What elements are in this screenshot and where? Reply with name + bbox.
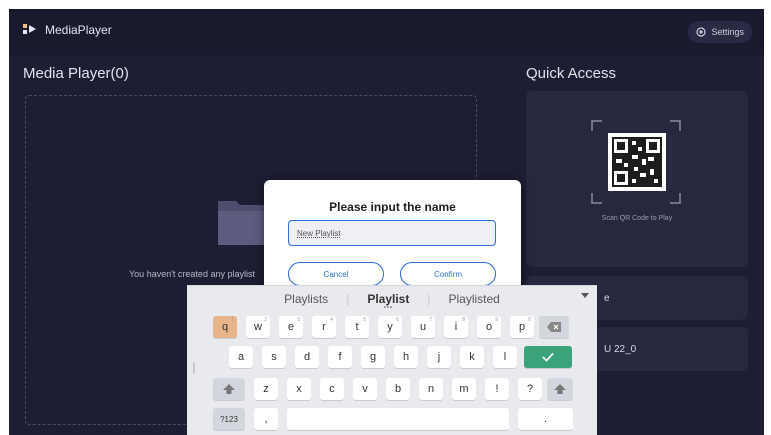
key-u[interactable]: u7: [411, 316, 435, 338]
gear-icon: [696, 27, 707, 37]
key-r[interactable]: r4: [312, 316, 336, 338]
key-q[interactable]: q1: [213, 316, 237, 338]
collapse-keyboard-icon[interactable]: [581, 293, 589, 298]
enter-key[interactable]: [524, 346, 572, 368]
key-period[interactable]: .: [518, 408, 573, 430]
dialog-title: Please input the name: [329, 200, 456, 214]
onscreen-keyboard: Playlists | Playlist | Playlisted q1 w2 …: [187, 285, 597, 435]
qr-code: [591, 120, 681, 204]
key-k[interactable]: k: [460, 346, 484, 368]
key-m[interactable]: m: [452, 378, 476, 400]
settings-label: Settings: [711, 27, 744, 37]
key-c[interactable]: c: [320, 378, 344, 400]
key-y[interactable]: y6: [378, 316, 402, 338]
suggestion-divider: |: [427, 292, 431, 306]
suggestion-item[interactable]: Playlists: [284, 292, 328, 306]
shift-icon: [554, 384, 566, 394]
quick-access-item-label: e: [604, 292, 610, 304]
suggestion-divider: |: [346, 292, 350, 306]
key-w[interactable]: w2: [246, 316, 270, 338]
key-v[interactable]: v: [353, 378, 377, 400]
key-x[interactable]: x: [287, 378, 311, 400]
key-z[interactable]: z: [254, 378, 278, 400]
playlist-name-input[interactable]: New Playlist: [288, 220, 496, 246]
key-f[interactable]: f: [328, 346, 352, 368]
top-bar: MediaPlayer Settings: [9, 9, 764, 55]
qr-panel: Scan QR Code to Play: [526, 91, 748, 267]
suggestion-item[interactable]: Playlist: [367, 292, 409, 306]
key-n[interactable]: n: [419, 378, 443, 400]
suggestion-bar: Playlists | Playlist | Playlisted: [187, 286, 597, 312]
key-b[interactable]: b: [386, 378, 410, 400]
shift-key-right[interactable]: [547, 378, 573, 400]
key-question[interactable]: ?: [518, 378, 542, 400]
space-key[interactable]: [287, 408, 509, 430]
symbols-key[interactable]: ?123: [213, 408, 245, 430]
quick-access-item-label: U 22_0: [604, 343, 637, 355]
folder-icon: [218, 201, 270, 245]
key-exclamation[interactable]: !: [485, 378, 509, 400]
cancel-button[interactable]: Cancel: [288, 262, 384, 286]
app-title: MediaPlayer: [45, 23, 112, 37]
key-a[interactable]: a: [229, 346, 253, 368]
key-p[interactable]: p0: [510, 316, 534, 338]
suggestion-item[interactable]: Playlisted: [448, 292, 499, 306]
keyboard-edge-marker: [193, 362, 195, 374]
app-brand: MediaPlayer: [23, 23, 112, 37]
key-i[interactable]: i8: [444, 316, 468, 338]
key-t[interactable]: t5: [345, 316, 369, 338]
backspace-key[interactable]: [539, 316, 569, 338]
backspace-icon: [547, 322, 561, 332]
key-l[interactable]: l: [493, 346, 517, 368]
settings-button[interactable]: Settings: [688, 21, 752, 43]
qr-caption: Scan QR Code to Play: [601, 215, 673, 222]
key-h[interactable]: h: [394, 346, 418, 368]
app-logo-icon: [23, 24, 36, 34]
key-g[interactable]: g: [361, 346, 385, 368]
empty-playlist-message: You haven't created any playlist: [129, 269, 255, 279]
key-j[interactable]: j: [427, 346, 451, 368]
key-o[interactable]: o9: [477, 316, 501, 338]
shift-icon: [223, 384, 235, 394]
key-d[interactable]: d: [295, 346, 319, 368]
confirm-button[interactable]: Confirm: [400, 262, 496, 286]
shift-key[interactable]: [213, 378, 245, 400]
key-comma[interactable]: ,: [254, 408, 278, 430]
key-s[interactable]: s: [262, 346, 286, 368]
checkmark-icon: [542, 352, 554, 362]
media-player-title: Media Player(0): [23, 65, 129, 82]
app-window: MediaPlayer Settings Media Player(0) Qui…: [9, 9, 764, 435]
key-e[interactable]: e3: [279, 316, 303, 338]
quick-access-title: Quick Access: [526, 65, 617, 82]
playlist-name-value: New Playlist: [297, 228, 341, 238]
